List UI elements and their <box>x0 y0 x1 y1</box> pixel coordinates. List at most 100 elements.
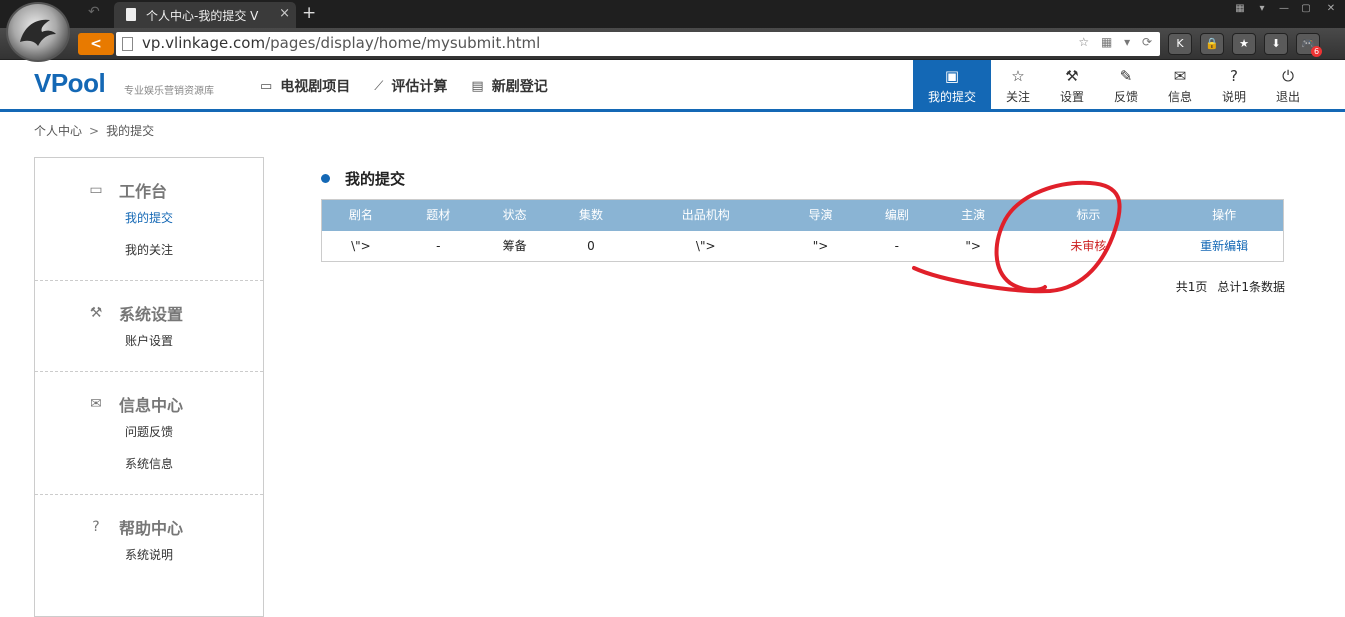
address-bar: < vp.vlinkage.com/pages/display/home/mys… <box>0 28 1345 60</box>
extension-bar: K 🔒 ★ ⬇ 🎮 6 <box>1168 33 1322 57</box>
column-header: 状态 <box>502 208 527 222</box>
nav-label: 信息 <box>1167 90 1192 104</box>
column-header: 出品机构 <box>681 208 730 222</box>
user-nav: ▣ 我的提交 ☆ 关注 ⚒ 设置 ✎ 反馈 ✉ 信息 ? 说明 ⏻ 退出 <box>913 60 1315 110</box>
bullet-dot <box>321 174 330 183</box>
nav-label: 设置 <box>1059 90 1084 104</box>
sidebar-item-my-submissions[interactable]: 我的提交 <box>35 202 263 234</box>
star-icon: ☆ <box>1011 67 1025 85</box>
sidebar-section-title: 帮助中心 <box>119 519 184 538</box>
cell-director: "> <box>812 239 829 253</box>
sidebar-item-my-follows[interactable]: 我的关注 <box>35 234 263 266</box>
breadcrumb: 个人中心 > 我的提交 <box>34 122 154 139</box>
cell-genre: - <box>436 239 441 253</box>
page-title: 我的提交 <box>321 168 405 189</box>
url-host: vp.vlinkage.com <box>142 34 266 52</box>
cell-review-flag: 未审核 <box>1070 239 1107 253</box>
nav-logout[interactable]: ⏻ 退出 <box>1261 60 1315 110</box>
nav-tv-projects[interactable]: ▭ 电视剧项目 <box>260 76 350 96</box>
nav-label: 关注 <box>1005 90 1030 104</box>
register-icon: ▤ <box>471 78 484 94</box>
browser-tab[interactable]: 个人中心-我的提交 V × <box>114 2 296 28</box>
nav-feedback[interactable]: ✎ 反馈 <box>1099 60 1153 110</box>
power-icon: ⏻ <box>1282 67 1294 85</box>
question-icon: ? <box>92 519 100 535</box>
sidebar: ▭ 工作台 我的提交 我的关注 ⚒ 系统设置 账户设置 ✉ 信息中心 问题反馈 … <box>34 157 264 617</box>
menu-icon[interactable]: ▦ <box>1229 0 1251 18</box>
close-window-icon[interactable]: ✕ <box>1317 0 1345 18</box>
nav-label: 退出 <box>1275 90 1300 104</box>
table-header: 剧名 题材 状态 集数 出品机构 导演 编剧 主演 标示 操作 <box>322 200 1283 231</box>
mail-icon: ✉ <box>1173 67 1187 85</box>
nav-evaluation[interactable]: ⟋ 评估计算 <box>374 76 447 96</box>
sidebar-item-account-settings[interactable]: 账户设置 <box>35 325 263 357</box>
cell-writer: - <box>894 239 899 253</box>
nav-help[interactable]: ? 说明 <box>1207 60 1261 110</box>
maximize-icon[interactable]: ▢ <box>1295 0 1317 18</box>
nav-messages[interactable]: ✉ 信息 <box>1153 60 1207 110</box>
breadcrumb-root[interactable]: 个人中心 <box>34 124 82 138</box>
star-icon[interactable]: ★ <box>1232 33 1256 55</box>
nav-follow[interactable]: ☆ 关注 <box>991 60 1045 110</box>
page-count: 共1页 <box>1175 280 1208 294</box>
site-logo[interactable]: VPool <box>34 68 106 99</box>
cell-cast: "> <box>965 239 981 253</box>
url-path: /pages/display/home/mysubmit.html <box>265 34 541 52</box>
minimize-icon[interactable]: — <box>1273 0 1295 18</box>
page-icon <box>122 37 133 51</box>
mail-icon: ✉ <box>90 396 102 412</box>
tab-title: 个人中心-我的提交 V <box>146 9 259 23</box>
url-input[interactable]: vp.vlinkage.com/pages/display/home/mysub… <box>116 32 1160 56</box>
download-icon[interactable]: ⬇ <box>1264 33 1288 55</box>
new-tab-button[interactable]: + <box>302 3 316 23</box>
cell-producer: \"> <box>695 239 716 253</box>
sidebar-section-title: 系统设置 <box>119 305 184 324</box>
skin-icon[interactable]: ▾ <box>1251 0 1273 18</box>
sidebar-section-header: ? 帮助中心 <box>35 515 263 539</box>
nav-label: 说明 <box>1221 90 1246 104</box>
nav-my-submissions[interactable]: ▣ 我的提交 <box>913 60 991 110</box>
column-header: 题材 <box>426 208 451 222</box>
sidebar-section-settings: ⚒ 系统设置 账户设置 <box>35 281 263 372</box>
nav-label: 反馈 <box>1113 90 1138 104</box>
page-icon <box>126 8 136 21</box>
url-tools[interactable]: ☆ ▦ ▾ ⟳ <box>1078 35 1156 49</box>
window-controls: ▦ ▾ — ▢ ✕ <box>1229 0 1345 20</box>
close-tab-icon[interactable]: × <box>279 6 290 21</box>
nav-label: 评估计算 <box>391 79 448 95</box>
sidebar-section-help: ? 帮助中心 系统说明 <box>35 495 263 585</box>
pagination-info: 共1页 总计1条数据 <box>1176 278 1285 295</box>
sidebar-item-system-guide[interactable]: 系统说明 <box>35 539 263 571</box>
browser-logo[interactable] <box>6 2 70 62</box>
column-header: 编剧 <box>884 208 909 222</box>
column-header: 导演 <box>808 208 833 222</box>
breadcrumb-current: 我的提交 <box>106 124 155 138</box>
monitor-icon: ▭ <box>260 78 273 94</box>
site-slogan: 专业娱乐营销资源库 <box>124 86 214 97</box>
page-title-text: 我的提交 <box>345 170 406 188</box>
lock-icon[interactable]: 🔒 <box>1200 33 1224 55</box>
sidebar-section-title: 信息中心 <box>119 396 184 415</box>
sidebar-section-messages: ✉ 信息中心 问题反馈 系统信息 <box>35 372 263 495</box>
sidebar-item-feedback[interactable]: 问题反馈 <box>35 416 263 448</box>
column-header: 标示 <box>1076 208 1101 222</box>
k-extension-icon[interactable]: K <box>1168 33 1192 55</box>
site-header: VPool 专业娱乐营销资源库 ▭ 电视剧项目 ⟋ 评估计算 ▤ 新剧登记 ▣ … <box>0 60 1345 112</box>
sidebar-section-header: ▭ 工作台 <box>35 178 263 202</box>
monitor-icon: ▭ <box>89 182 103 198</box>
chart-icon: ⟋ <box>374 78 384 94</box>
sidebar-section-header: ⚒ 系统设置 <box>35 301 263 325</box>
re-edit-link[interactable]: 重新编辑 <box>1165 231 1283 261</box>
back-button[interactable]: < <box>78 33 114 55</box>
question-icon: ? <box>1230 67 1238 85</box>
browser-titlebar: ↶ 个人中心-我的提交 V × + ▦ ▾ — ▢ ✕ <box>0 0 1345 28</box>
sidebar-item-system-info[interactable]: 系统信息 <box>35 448 263 480</box>
column-header: 操作 <box>1212 208 1237 222</box>
nav-settings[interactable]: ⚒ 设置 <box>1045 60 1099 110</box>
gamepad-icon[interactable]: 🎮 6 <box>1296 33 1322 57</box>
sidebar-section-header: ✉ 信息中心 <box>35 392 263 416</box>
sidebar-section-workbench: ▭ 工作台 我的提交 我的关注 <box>35 158 263 281</box>
history-back-icon[interactable]: ↶ <box>88 4 100 20</box>
record-count: 总计1条数据 <box>1217 280 1285 294</box>
nav-new-register[interactable]: ▤ 新剧登记 <box>471 76 547 96</box>
